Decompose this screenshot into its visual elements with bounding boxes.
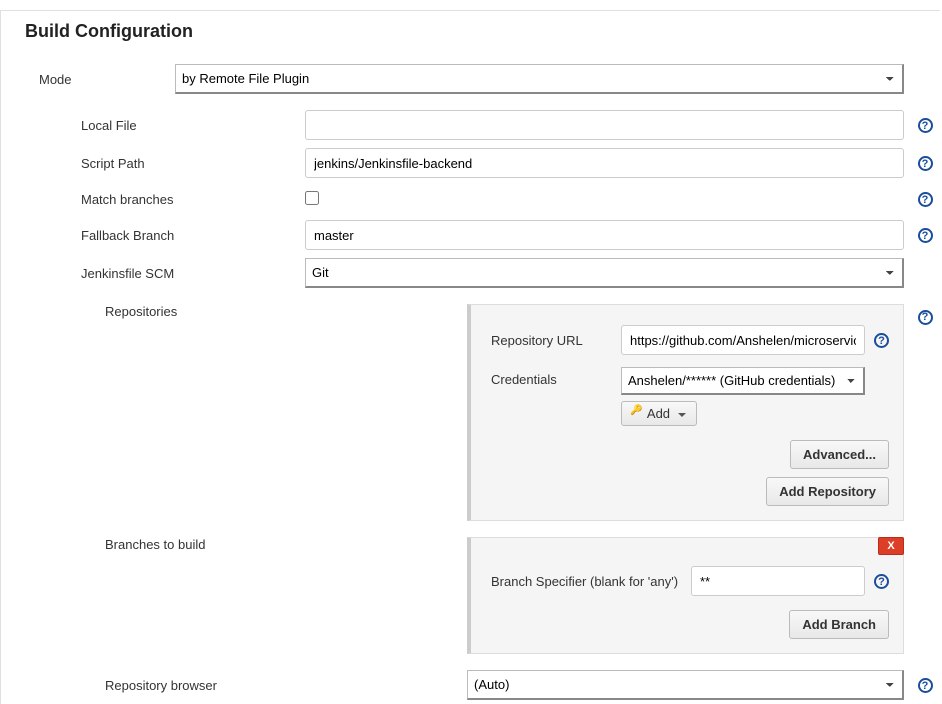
match-branches-checkbox[interactable] (305, 191, 319, 205)
help-icon[interactable]: ? (918, 310, 933, 325)
advanced-button[interactable]: Advanced... (790, 440, 889, 469)
script-path-label: Script Path (1, 156, 305, 171)
local-file-label: Local File (1, 118, 305, 133)
section-title: Build Configuration (1, 11, 940, 60)
branches-panel: X Branch Specifier (blank for 'any') ? A… (467, 537, 904, 654)
key-icon (632, 410, 644, 418)
branches-label: Branches to build (1, 537, 467, 552)
script-path-input[interactable] (305, 148, 904, 178)
help-icon[interactable]: ? (874, 574, 889, 589)
fallback-branch-row: Fallback Branch ? (1, 216, 940, 254)
mode-select[interactable]: by Remote File Plugin (175, 64, 904, 94)
script-path-row: Script Path ? (1, 144, 940, 182)
repo-url-input[interactable] (621, 325, 865, 355)
help-icon[interactable]: ? (874, 333, 889, 348)
repositories-row: Repositories Repository URL ? Credential… (1, 300, 940, 525)
credentials-label: Credentials (491, 367, 621, 387)
help-icon[interactable]: ? (918, 678, 933, 693)
help-icon[interactable]: ? (918, 118, 933, 133)
fallback-branch-input[interactable] (305, 220, 904, 250)
repo-browser-select[interactable]: (Auto) (467, 670, 904, 700)
credentials-select[interactable]: Anshelen/****** (GitHub credentials) (621, 367, 865, 395)
repositories-panel: Repository URL ? Credentials Anshelen/**… (467, 304, 904, 521)
mode-row: Mode by Remote File Plugin (1, 60, 940, 98)
help-icon[interactable]: ? (918, 156, 933, 171)
repositories-label: Repositories (1, 304, 467, 319)
chevron-down-icon (678, 413, 686, 417)
match-branches-row: Match branches ? (1, 182, 940, 216)
local-file-input[interactable] (305, 110, 904, 140)
add-repository-button[interactable]: Add Repository (766, 477, 889, 506)
branch-specifier-input[interactable] (691, 566, 865, 596)
repo-url-label: Repository URL (491, 333, 621, 348)
help-icon[interactable]: ? (918, 192, 933, 207)
repo-browser-row: Repository browser (Auto) ? (1, 666, 940, 704)
fallback-branch-label: Fallback Branch (1, 228, 305, 243)
delete-branch-button[interactable]: X (878, 537, 904, 555)
help-icon[interactable]: ? (918, 228, 933, 243)
local-file-row: Local File ? (1, 106, 940, 144)
mode-label: Mode (1, 72, 175, 87)
branch-specifier-label: Branch Specifier (blank for 'any') (491, 574, 691, 589)
add-branch-button[interactable]: Add Branch (789, 610, 889, 639)
jenkinsfile-scm-row: Jenkinsfile SCM Git (1, 254, 940, 292)
repo-browser-label: Repository browser (1, 678, 467, 693)
jenkinsfile-scm-label: Jenkinsfile SCM (1, 266, 305, 281)
jenkinsfile-scm-select[interactable]: Git (305, 258, 904, 288)
branches-row: Branches to build X Branch Specifier (bl… (1, 533, 940, 658)
add-credentials-button[interactable]: Add (621, 401, 697, 426)
match-branches-label: Match branches (1, 192, 305, 207)
